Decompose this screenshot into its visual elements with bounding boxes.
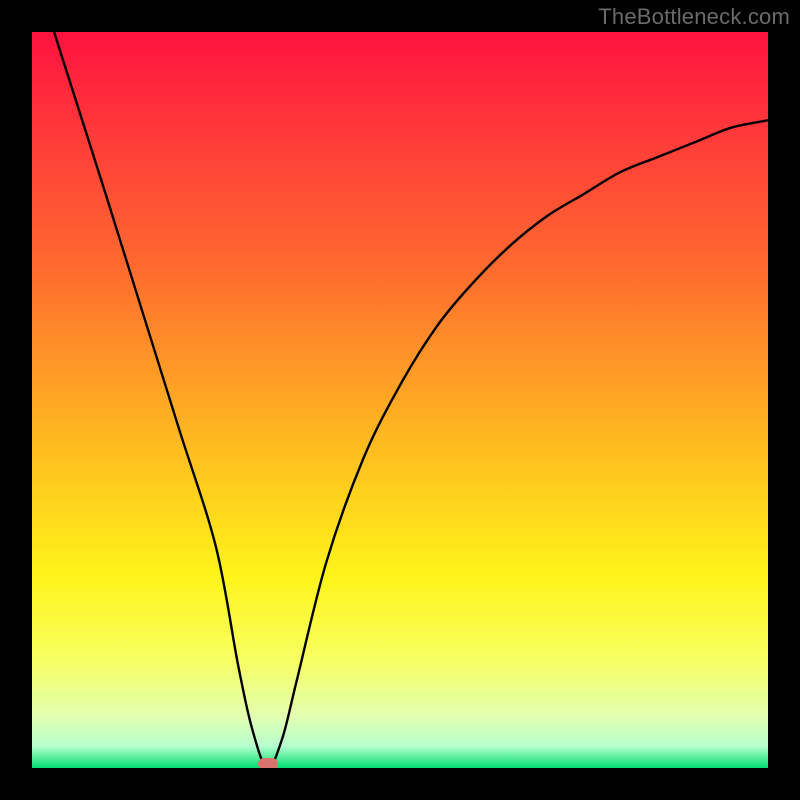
plot-area	[32, 32, 768, 768]
curve-svg	[32, 32, 768, 768]
chart-frame: TheBottleneck.com	[0, 0, 800, 800]
optimum-marker-icon	[258, 758, 278, 768]
attribution-text: TheBottleneck.com	[598, 4, 790, 30]
bottleneck-curve	[54, 32, 768, 768]
